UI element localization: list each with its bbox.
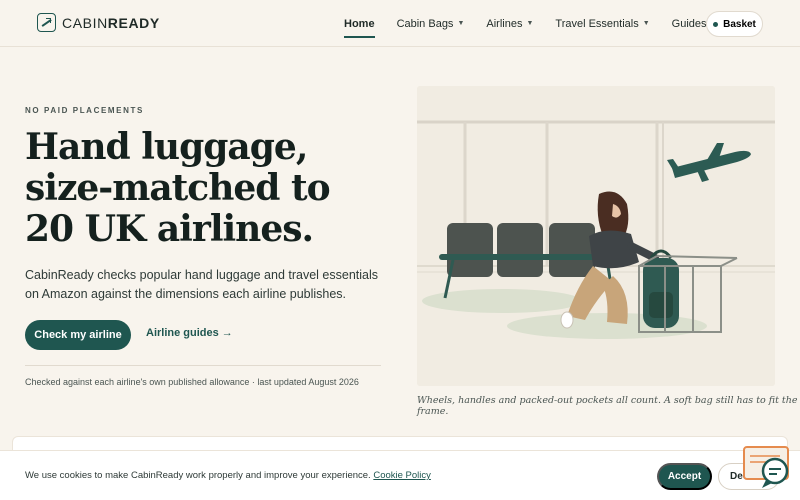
site-header: CABINREADY Home Cabin Bags ▼ Airlines ▼ Tr… (0, 0, 800, 47)
basket-button[interactable]: Basket (706, 11, 763, 37)
cookie-message: We use cookies to make CabinReady work p… (25, 470, 371, 481)
basket-label: Basket (723, 18, 756, 30)
chevron-down-icon: ▼ (526, 20, 534, 27)
nav-item-home[interactable]: Home (344, 0, 375, 47)
backpack-icon (643, 249, 679, 328)
hero-eyebrow: NO PAID PLACEMENTS (25, 106, 144, 115)
airline-guides-link[interactable]: Airline guides → (146, 327, 233, 339)
nav-item-cabin-bags[interactable]: Cabin Bags ▼ (397, 0, 465, 47)
nav-item-travel-essentials[interactable]: Travel Essentials ▼ (555, 0, 649, 47)
chevron-down-icon: ▼ (457, 20, 465, 27)
hero-lede: CabinReady checks popular hand luggage a… (25, 268, 379, 301)
cookie-text: We use cookies to make CabinReady work p… (25, 470, 431, 481)
cookie-policy-link[interactable]: Cookie Policy (373, 470, 431, 481)
chat-widget-icon[interactable] (742, 446, 792, 490)
main-nav: Home Cabin Bags ▼ Airlines ▼ Travel Essent… (344, 0, 739, 47)
check-airline-button[interactable]: Check my airline (25, 320, 131, 350)
cookie-banner: We use cookies to make CabinReady work p… (0, 450, 800, 500)
nav-item-airlines[interactable]: Airlines ▼ (486, 0, 533, 47)
hero-headline: Hand luggage, size-matched to 20 UK airl… (25, 126, 331, 250)
illustration-caption: Wheels, handles and packed-out pockets a… (417, 395, 798, 417)
airport-gate-illustration (417, 86, 775, 386)
basket-dot-icon (713, 21, 719, 27)
hero-footnote: Checked against each airline's own publi… (25, 377, 359, 387)
accept-cookies-button[interactable]: Accept (657, 463, 712, 490)
logo-text: CABINREADY (62, 14, 160, 31)
hero-illustration (417, 86, 775, 386)
logo[interactable]: CABINREADY (37, 13, 160, 32)
logo-icon (37, 13, 56, 32)
chevron-down-icon: ▼ (642, 20, 650, 27)
hero-divider (25, 365, 381, 366)
